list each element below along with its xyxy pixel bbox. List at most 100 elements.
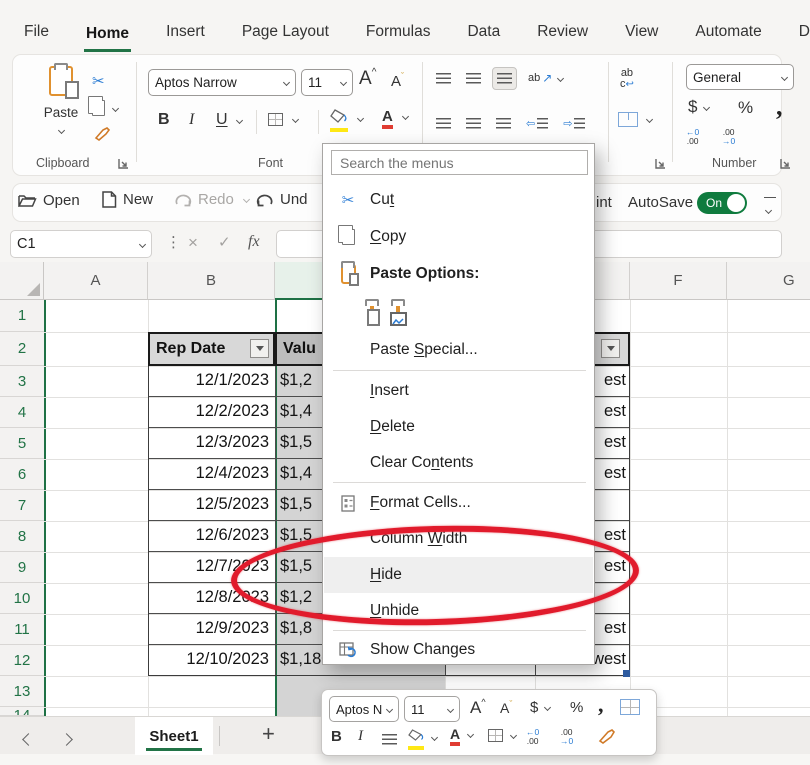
- paste-picture-button[interactable]: [396, 304, 400, 322]
- tab-automate[interactable]: Automate: [693, 19, 763, 45]
- comma-style-button[interactable]: ,: [776, 92, 783, 122]
- mini-font-color-button[interactable]: A: [450, 726, 473, 742]
- column-header-g[interactable]: G: [727, 262, 810, 300]
- column-header-b[interactable]: B: [148, 262, 275, 300]
- row-header-3[interactable]: 3: [0, 366, 44, 397]
- cell-b3[interactable]: 12/1/2023: [148, 371, 269, 390]
- number-format-select[interactable]: General: [686, 64, 794, 90]
- add-sheet-button[interactable]: +: [262, 721, 275, 747]
- sheet-tab-sheet1[interactable]: Sheet1: [135, 717, 213, 755]
- mini-fill-color-button[interactable]: [408, 728, 437, 746]
- row-header-8[interactable]: 8: [0, 521, 44, 552]
- align-right-button[interactable]: [492, 113, 515, 134]
- row-header-7[interactable]: 7: [0, 490, 44, 521]
- tab-data[interactable]: Data: [465, 19, 502, 45]
- underline-button[interactable]: U: [216, 111, 242, 129]
- undo-button[interactable]: Und: [256, 191, 308, 208]
- align-center-button[interactable]: [462, 113, 485, 134]
- mini-font-size-select[interactable]: 11: [404, 696, 460, 722]
- mini-comma-button[interactable]: ,: [598, 692, 604, 718]
- row-header-12[interactable]: 12: [0, 645, 44, 676]
- italic-button[interactable]: I: [189, 111, 194, 129]
- table-resize-handle[interactable]: [623, 670, 630, 677]
- middle-align-button[interactable]: [462, 68, 485, 89]
- enter-button[interactable]: ✓: [218, 233, 231, 251]
- mini-italic-button[interactable]: I: [358, 728, 363, 745]
- clipboard-dialog-launcher[interactable]: [118, 156, 129, 174]
- tab-formulas[interactable]: Formulas: [364, 19, 433, 45]
- menu-item-copy[interactable]: Copy: [324, 219, 593, 255]
- cell-b4[interactable]: 12/2/2023: [148, 402, 269, 421]
- font-color-button[interactable]: A: [382, 108, 408, 125]
- formula-bar-splitter[interactable]: ⋮: [166, 233, 181, 251]
- font-size-select[interactable]: 11: [301, 69, 353, 96]
- increase-indent-button[interactable]: ⇨: [559, 112, 589, 135]
- cell-b8[interactable]: 12/6/2023: [148, 526, 269, 545]
- decrease-indent-button[interactable]: ⇦: [522, 112, 552, 135]
- merge-center-button[interactable]: [618, 112, 652, 127]
- name-box[interactable]: C1: [10, 230, 152, 258]
- row-header-2[interactable]: 2: [0, 332, 44, 366]
- top-align-button[interactable]: [432, 68, 455, 89]
- mini-format-painter-button[interactable]: [598, 728, 616, 749]
- cell-b11[interactable]: 12/9/2023: [148, 619, 269, 638]
- bottom-align-button[interactable]: [492, 67, 517, 90]
- insert-function-button[interactable]: fx: [248, 233, 260, 251]
- mini-merge-button[interactable]: [620, 699, 640, 720]
- cell-c3[interactable]: $1,2: [280, 371, 312, 390]
- increase-decimal-button[interactable]: ←0.00: [686, 128, 699, 146]
- tab-home[interactable]: Home: [84, 21, 131, 52]
- mini-align-button[interactable]: [382, 732, 397, 750]
- cancel-button[interactable]: ×: [188, 233, 198, 253]
- format-painter-button[interactable]: [94, 126, 111, 146]
- region-filter-button[interactable]: [601, 339, 620, 358]
- mini-grow-font-button[interactable]: A^: [470, 697, 486, 718]
- paste-button[interactable]: Paste: [34, 62, 88, 138]
- row-header-10[interactable]: 10: [0, 583, 44, 614]
- menu-item-insert[interactable]: Insert: [324, 373, 593, 409]
- print-button-partial[interactable]: int: [596, 194, 612, 211]
- menu-item-delete[interactable]: Delete: [324, 409, 593, 445]
- column-header-f[interactable]: F: [630, 262, 727, 300]
- row-header-11[interactable]: 11: [0, 614, 44, 645]
- alignment-dialog-launcher[interactable]: [655, 156, 666, 174]
- menu-item-cut[interactable]: ✂ Cut: [324, 182, 593, 218]
- font-name-select[interactable]: Aptos Narrow: [148, 69, 296, 96]
- open-button[interactable]: Open: [18, 192, 80, 209]
- cell-c7[interactable]: $1,5: [280, 495, 312, 514]
- bold-button[interactable]: B: [158, 111, 170, 129]
- cell-b7[interactable]: 12/5/2023: [148, 495, 269, 514]
- grow-font-button[interactable]: A^: [359, 67, 376, 90]
- number-dialog-launcher[interactable]: [780, 156, 791, 174]
- mini-borders-button[interactable]: [488, 729, 516, 742]
- tab-file[interactable]: File: [22, 19, 51, 45]
- select-all-corner[interactable]: [0, 262, 44, 300]
- menu-item-clear-contents[interactable]: Clear Contents: [324, 445, 593, 481]
- paste-keep-source-button[interactable]: [370, 304, 374, 322]
- row-header-9[interactable]: 9: [0, 552, 44, 583]
- cut-button[interactable]: ✂: [92, 72, 105, 90]
- cell-c5[interactable]: $1,5: [280, 433, 312, 452]
- menu-item-paste-special[interactable]: Paste Special...: [324, 332, 593, 368]
- menu-item-format-cells[interactable]: Format Cells...: [324, 485, 593, 521]
- tab-view[interactable]: View: [623, 19, 660, 45]
- tab-page-layout[interactable]: Page Layout: [240, 19, 331, 45]
- row-header-4[interactable]: 4: [0, 397, 44, 428]
- decrease-decimal-button[interactable]: .00→0: [722, 128, 735, 146]
- mini-font-name-select[interactable]: Aptos N: [329, 696, 399, 722]
- mini-percent-button[interactable]: %: [570, 699, 583, 716]
- redo-button[interactable]: Redo: [174, 191, 249, 208]
- tab-insert[interactable]: Insert: [164, 19, 207, 45]
- mini-currency-button[interactable]: $: [530, 699, 550, 716]
- mini-shrink-font-button[interactable]: Aˇ: [500, 699, 512, 716]
- mini-increase-decimal-button[interactable]: ←0.00: [526, 728, 539, 746]
- next-sheet-button[interactable]: [62, 731, 71, 749]
- mini-decrease-decimal-button[interactable]: .00→0: [560, 728, 573, 746]
- wrap-text-button[interactable]: ab c↩: [620, 68, 634, 90]
- cell-b12[interactable]: 12/10/2023: [148, 650, 269, 669]
- cell-c11[interactable]: $1,8: [280, 619, 312, 638]
- tab-review[interactable]: Review: [535, 19, 590, 45]
- copy-button[interactable]: [92, 100, 118, 116]
- column-header-a[interactable]: A: [44, 262, 148, 300]
- fill-color-button[interactable]: [330, 109, 363, 128]
